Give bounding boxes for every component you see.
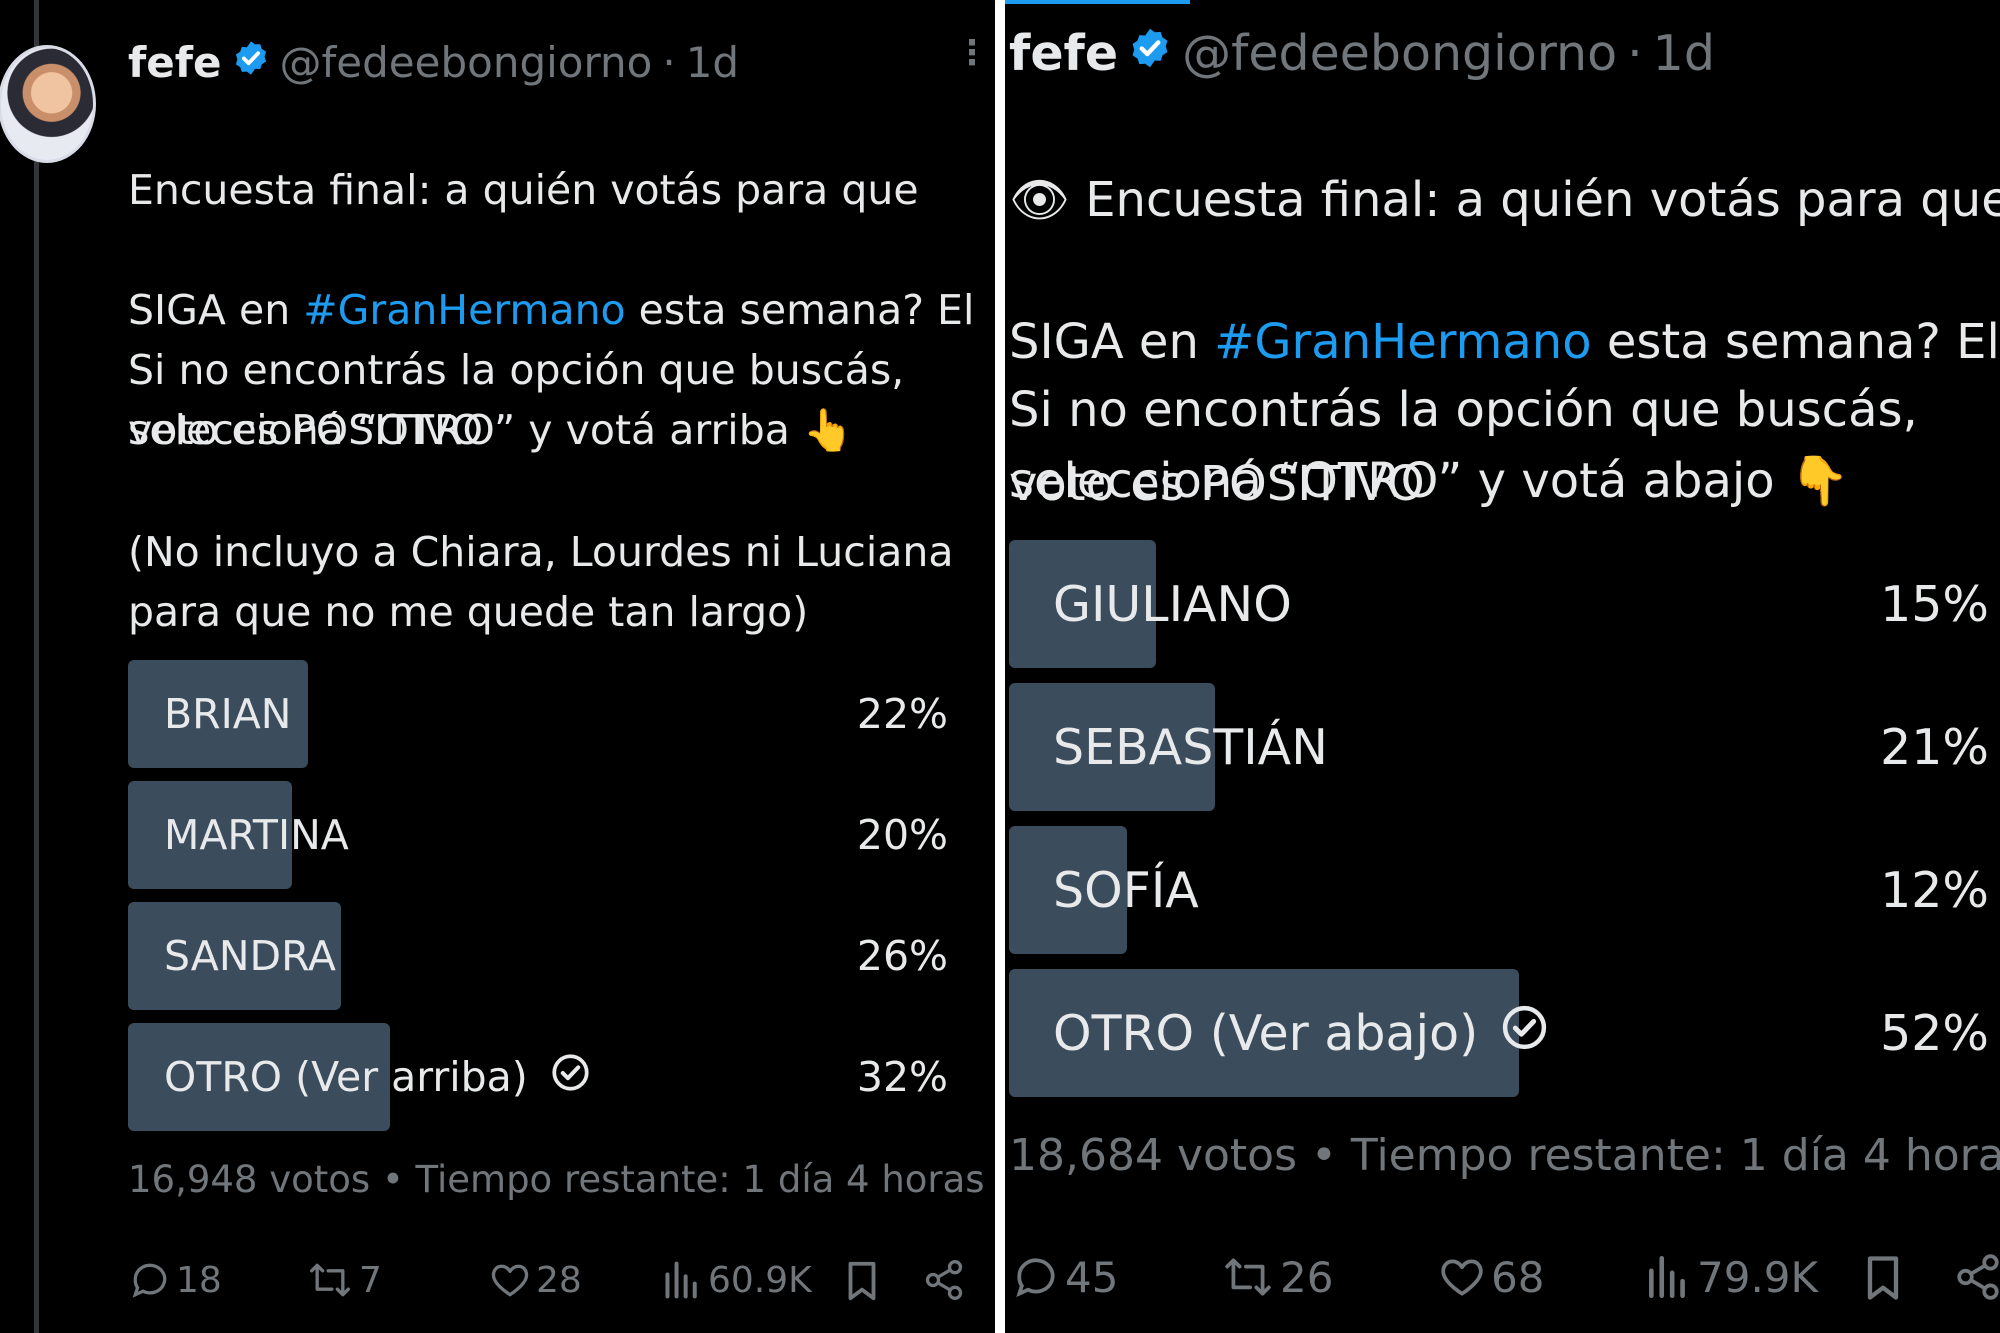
- avatar[interactable]: [0, 45, 96, 163]
- view-count: 60.9K: [708, 1259, 812, 1301]
- more-options-icon[interactable]: ⋮: [1990, 22, 2000, 60]
- reply-count: 18: [176, 1259, 222, 1301]
- views-icon: [665, 1261, 697, 1299]
- poll-option-text: BRIAN: [164, 690, 292, 738]
- text-line-1: 👁 Encuesta final: a quién votás para que: [1009, 172, 2000, 228]
- like-button[interactable]: 28: [488, 1258, 582, 1302]
- repost-button[interactable]: 7: [305, 1258, 382, 1302]
- view-count: 79.9K: [1697, 1252, 1819, 1302]
- separator-dot: ·: [662, 38, 676, 87]
- repost-button[interactable]: 26: [1220, 1252, 1333, 1302]
- poll-option-percent: 12%: [1880, 861, 1989, 919]
- repost-count: 26: [1280, 1252, 1334, 1302]
- tweet-paragraph-2: Si no encontrás la opción que buscás, se…: [1009, 382, 1918, 509]
- poll-option-text: SOFÍA: [1053, 861, 1199, 919]
- views-button[interactable]: 79.9K: [1645, 1252, 1818, 1302]
- bookmark-button[interactable]: [1860, 1252, 1906, 1304]
- poll-option-percent: 15%: [1880, 575, 1989, 633]
- repost-icon: [1225, 1258, 1271, 1296]
- like-count: 28: [536, 1259, 582, 1301]
- share-button[interactable]: [922, 1258, 966, 1302]
- text-line-2: SIGA en #GranHermano esta semana? El: [1009, 314, 2000, 370]
- author-handle[interactable]: @fedeebongiorno: [280, 38, 653, 87]
- poll-option[interactable]: SOFÍA 12%: [1009, 826, 1989, 954]
- like-count: 68: [1491, 1252, 1545, 1302]
- reply-icon: [132, 1263, 167, 1298]
- heart-icon: [491, 1264, 529, 1297]
- verified-badge-icon: [232, 38, 270, 87]
- separator-dot: ·: [1627, 25, 1643, 82]
- poll-option[interactable]: BRIAN 22%: [128, 660, 948, 768]
- poll-option[interactable]: MARTINA 20%: [128, 781, 948, 889]
- views-icon: [1649, 1255, 1685, 1299]
- poll-option-text: MARTINA: [164, 811, 349, 859]
- hashtag-link[interactable]: #GranHermano: [1214, 314, 1591, 370]
- share-icon: [925, 1260, 963, 1300]
- poll-option-percent: 20%: [856, 811, 948, 859]
- poll-option-label: SANDRA: [164, 902, 336, 1010]
- author-name[interactable]: fefe: [1009, 25, 1118, 82]
- tweet-header: fefe @fedeebongiorno · 1d: [128, 38, 739, 87]
- poll-meta: 18,684 votos • Tiempo restante: 1 día 4 …: [1009, 1130, 2000, 1181]
- poll-option-percent: 21%: [1880, 718, 1989, 776]
- poll-option-label: SOFÍA: [1053, 826, 1199, 954]
- poll-option[interactable]: GIULIANO 15%: [1009, 540, 1989, 668]
- check-circle-icon: [550, 1052, 591, 1103]
- bookmark-icon: [1867, 1256, 1899, 1300]
- verified-badge-icon: [1128, 25, 1172, 82]
- more-options-icon[interactable]: ⋮: [955, 36, 989, 70]
- tweet-paragraph-3: (No incluyo a Chiara, Lourdes ni Luciana…: [128, 528, 954, 636]
- tweet-paragraph-2: Si no encontrás la opción que buscás, se…: [128, 346, 905, 454]
- like-button[interactable]: 68: [1437, 1252, 1544, 1302]
- bookmark-icon: [848, 1261, 876, 1301]
- tweet-right: fefe @fedeebongiorno · 1d ⋮ 👁 Encuesta f…: [1005, 0, 2000, 1333]
- poll-option[interactable]: OTRO (Ver abajo) 52%: [1009, 969, 1989, 1097]
- share-icon: [1957, 1254, 1999, 1300]
- poll-meta: 16,948 votos • Tiempo restante: 1 día 4 …: [128, 1158, 985, 1201]
- poll-option-text: GIULIANO: [1053, 575, 1292, 633]
- repost-count: 7: [359, 1259, 382, 1301]
- poll-option[interactable]: SEBASTIÁN 21%: [1009, 683, 1989, 811]
- tweet-header: fefe @fedeebongiorno · 1d: [1009, 25, 1715, 82]
- check-circle-icon: [1500, 1003, 1549, 1064]
- tweet-time[interactable]: 1d: [1653, 25, 1715, 82]
- reply-count: 45: [1065, 1252, 1119, 1302]
- author-name[interactable]: fefe: [128, 38, 222, 87]
- poll-option-label: BRIAN: [164, 660, 291, 768]
- poll-option-text: OTRO (Ver arriba): [164, 1053, 528, 1101]
- hashtag-link[interactable]: #GranHermano: [303, 286, 625, 334]
- poll-option-text: SANDRA: [164, 932, 336, 980]
- author-handle[interactable]: @fedeebongiorno: [1182, 25, 1617, 82]
- poll-option-percent: 22%: [856, 690, 948, 738]
- poll-option-percent: 52%: [1880, 1004, 1989, 1062]
- poll-option-label: MARTINA: [164, 781, 349, 889]
- repost-icon: [310, 1263, 350, 1297]
- poll-option-label: SEBASTIÁN: [1053, 683, 1328, 811]
- views-button[interactable]: 60.9K: [662, 1258, 812, 1302]
- tweet-time[interactable]: 1d: [686, 38, 739, 87]
- poll-option-label: GIULIANO: [1053, 540, 1292, 668]
- tweet-left: fefe @fedeebongiorno · 1d ⋮ Encuesta fin…: [0, 0, 995, 1333]
- reply-icon: [1016, 1258, 1055, 1298]
- heart-icon: [1441, 1259, 1483, 1296]
- panel-divider: [995, 0, 1005, 1333]
- poll-option-percent: 32%: [856, 1053, 948, 1101]
- poll-option-label: OTRO (Ver arriba): [164, 1023, 591, 1131]
- tab-indicator: [1005, 0, 1190, 4]
- poll-option-text: SEBASTIÁN: [1053, 718, 1328, 776]
- poll-option-text: OTRO (Ver abajo): [1053, 1004, 1479, 1062]
- poll-option-percent: 26%: [856, 932, 948, 980]
- poll-option[interactable]: SANDRA 26%: [128, 902, 948, 1010]
- text-line-1: Encuesta final: a quién votás para que: [128, 166, 919, 214]
- reply-button[interactable]: 45: [1011, 1252, 1118, 1302]
- thread-line: [34, 0, 39, 1333]
- text-line-2: SIGA en #GranHermano esta semana? El: [128, 286, 975, 334]
- poll-option[interactable]: OTRO (Ver arriba) 32%: [128, 1023, 948, 1131]
- share-button[interactable]: [1953, 1252, 2000, 1302]
- bookmark-button[interactable]: [842, 1258, 882, 1304]
- reply-button[interactable]: 18: [128, 1258, 222, 1302]
- poll-option-label: OTRO (Ver abajo): [1053, 969, 1549, 1097]
